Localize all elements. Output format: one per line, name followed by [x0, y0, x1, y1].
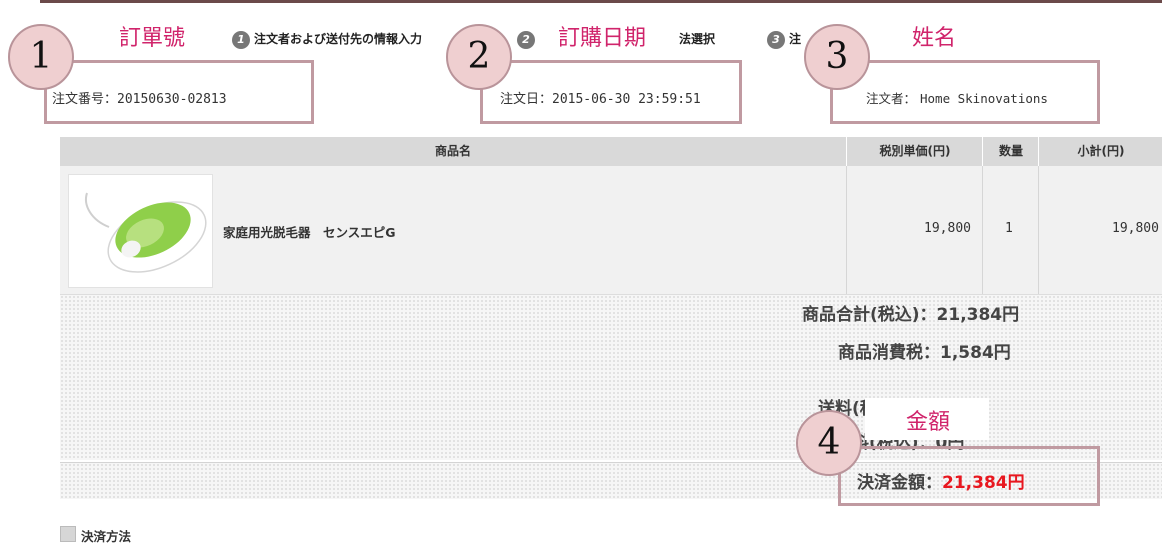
product-image[interactable] — [68, 174, 213, 288]
unit-price: 19,800 — [924, 221, 971, 236]
quantity-cell: 1 — [982, 166, 1039, 294]
annotation-label-order-number: 訂單號 — [119, 26, 186, 51]
epilator-icon — [85, 192, 207, 273]
annotation-box-order-date — [480, 60, 742, 124]
table-row: 家庭用光脱毛器 センスエピG 19,800 1 19,800 — [60, 166, 1162, 295]
header-product-name: 商品名 — [434, 144, 471, 158]
header-quantity: 数量 — [982, 137, 1039, 166]
step-number-icon: 1 — [232, 30, 250, 49]
subtotal: 19,800 — [1112, 221, 1159, 236]
annotation-box-order-number — [44, 60, 314, 124]
step-number-icon: 2 — [517, 30, 535, 49]
unit-price-cell: 19,800 — [846, 166, 983, 294]
step-label: 注文者および送付先の情報入力 — [254, 32, 423, 46]
annotation-circle-3: 3 — [804, 24, 870, 90]
header-subtotal: 小計(円) — [1038, 137, 1162, 166]
product-name[interactable]: 家庭用光脱毛器 センスエピG — [223, 222, 396, 241]
table-header: 商品名 税別単価(円) 数量 小計(円) — [60, 137, 1162, 166]
section-marker-icon — [60, 526, 76, 542]
step-3: 3注 — [767, 30, 801, 49]
header-unit-price: 税別単価(円) — [846, 137, 983, 166]
step-label: 注 — [789, 32, 802, 46]
annotation-circle-2: 2 — [446, 24, 512, 90]
top-border — [40, 0, 1162, 3]
payment-method-heading: 決済方法 — [81, 529, 132, 544]
annotation-label-name: 姓名 — [912, 26, 957, 51]
annotation-circle-4: 4 — [796, 410, 862, 476]
goods-total: 商品合計(税込)：21,384円 — [802, 305, 1020, 325]
annotation-circle-1: 1 — [8, 24, 74, 90]
consumption-tax: 商品消費税：1,584円 — [838, 343, 1011, 363]
quantity: 1 — [1005, 221, 1013, 236]
annotation-label-amount: 金額 — [906, 410, 951, 435]
step-number-icon: 3 — [767, 30, 785, 49]
step-label: 法選択 — [679, 32, 716, 46]
step-1: 1 注文者および送付先の情報入力 — [232, 30, 422, 49]
annotation-box-customer — [830, 60, 1100, 124]
annotation-label-order-date: 訂購日期 — [558, 26, 647, 51]
annotation-box-amount — [838, 446, 1100, 506]
subtotal-cell: 19,800 — [1038, 166, 1162, 294]
